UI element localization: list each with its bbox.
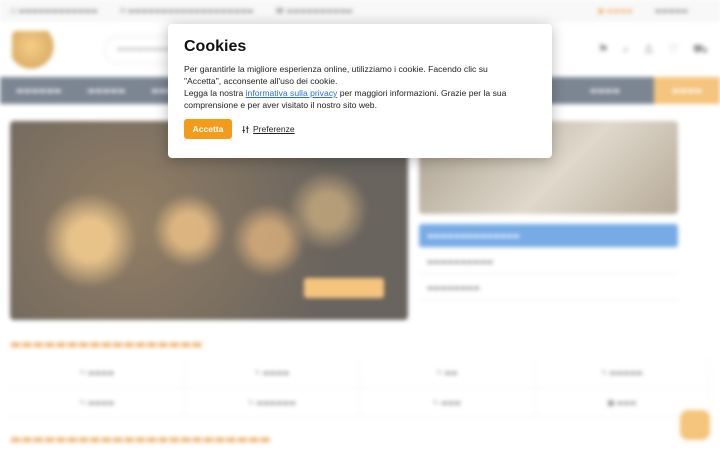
preferences-button[interactable]: Preferenze: [241, 124, 295, 134]
cookie-text-line3-pre: Legga la nostra: [184, 88, 246, 98]
preferences-label: Preferenze: [253, 124, 295, 134]
privacy-policy-link[interactable]: informativa sulla privacy: [246, 88, 338, 98]
cookie-text-line1: Per garantirle la migliore esperienza on…: [184, 64, 488, 74]
accept-cookies-button[interactable]: Accetta: [184, 119, 232, 139]
cookie-text-line3-post: per maggiori informazioni. Grazie per la…: [337, 88, 507, 98]
cookie-modal-actions: Accetta Preferenze: [184, 119, 536, 139]
cookie-consent-modal: Cookies Per garantirle la migliore esper…: [168, 24, 552, 158]
cookie-text-line4: comprensione e per aver visitato il nost…: [184, 100, 377, 110]
cookie-text-line2: "Accetta", acconsente all'uso dei cookie…: [184, 76, 338, 86]
sliders-icon: [242, 125, 249, 133]
cookie-modal-text: Per garantirle la migliore esperienza on…: [184, 63, 536, 111]
cookie-modal-title: Cookies: [184, 38, 247, 55]
